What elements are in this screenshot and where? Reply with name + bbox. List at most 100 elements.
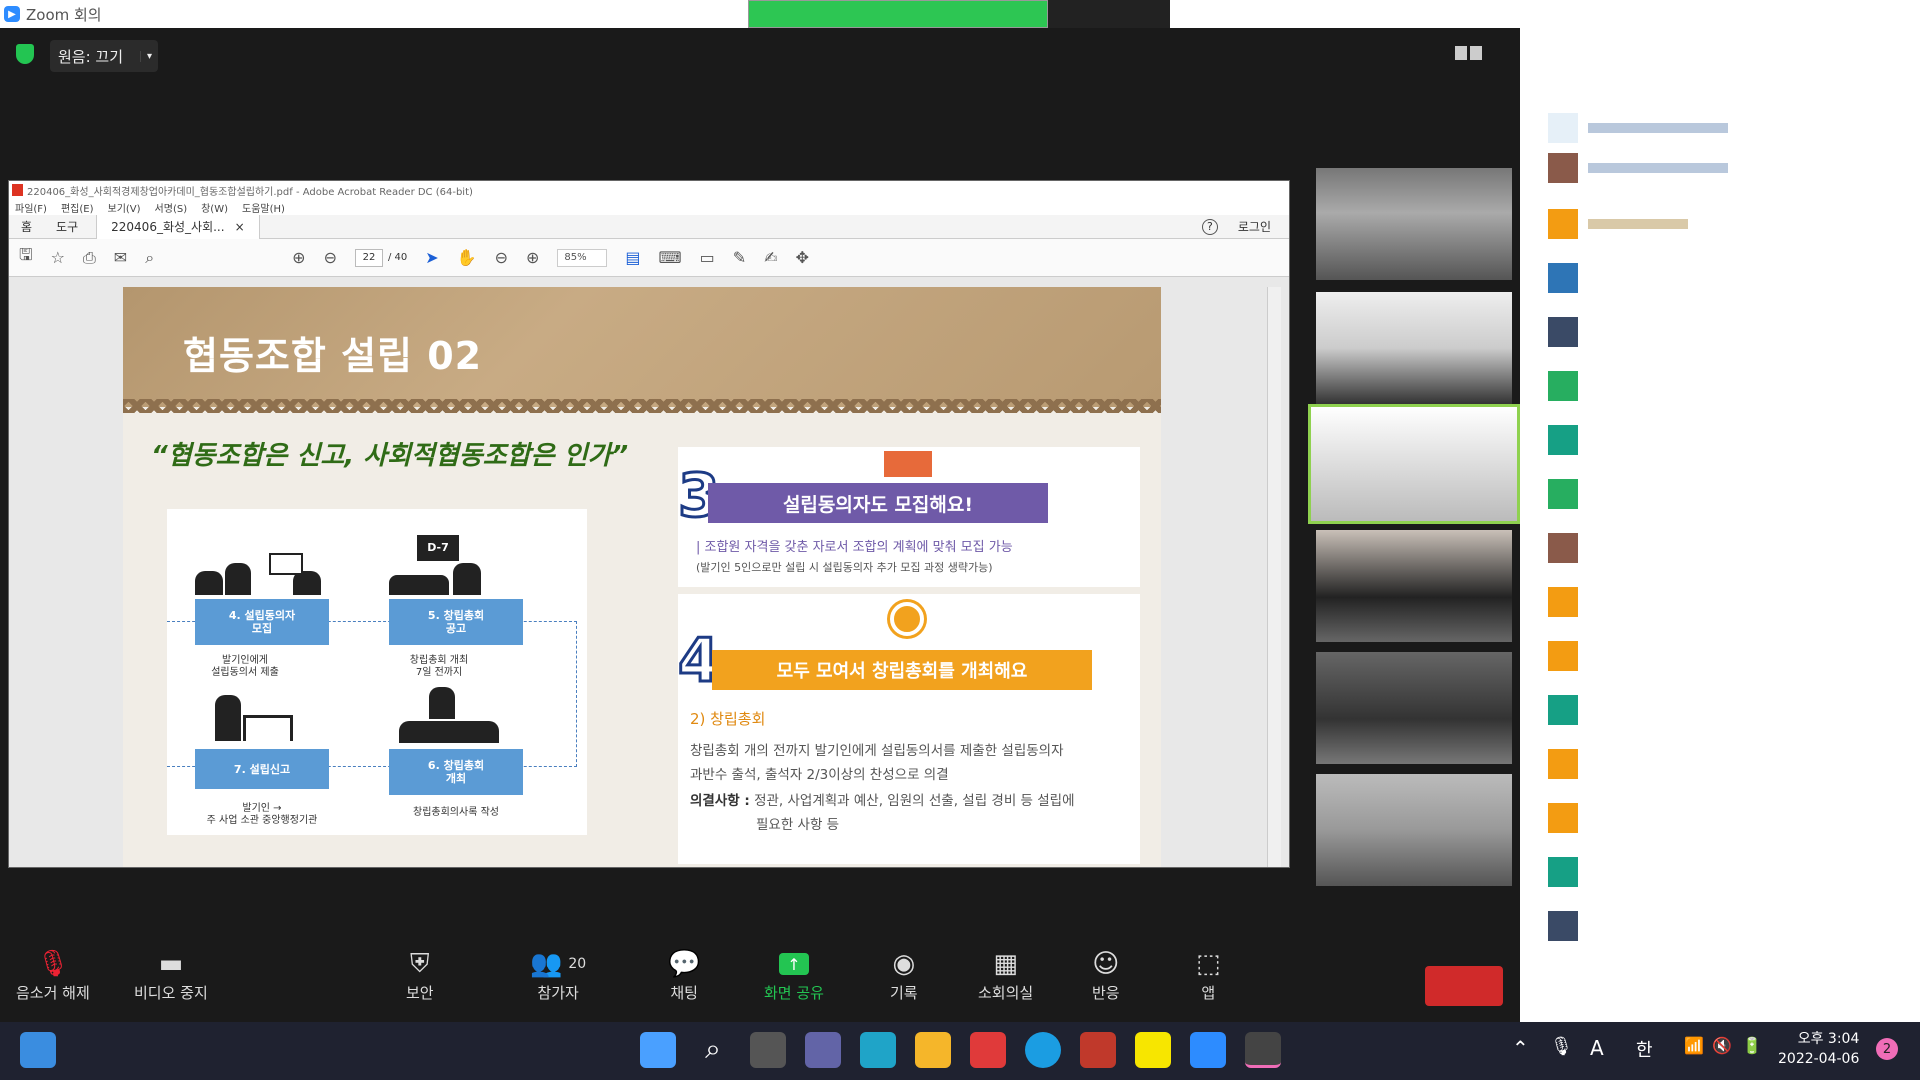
input-mode-indicator[interactable]: A xyxy=(1590,1036,1604,1060)
apps-button[interactable]: ⬚ 앱 xyxy=(1196,946,1221,1003)
share-screen-button[interactable]: ↑ 화면 공유 xyxy=(764,946,824,1003)
participant-row[interactable] xyxy=(1548,371,1578,401)
widgets-icon[interactable] xyxy=(20,1032,56,1068)
microphone-icon[interactable]: 🎙 xyxy=(1550,1036,1573,1057)
screen-share-indicator[interactable] xyxy=(748,0,1048,28)
step-3-line-1: | 조합원 자격을 갖춘 자로서 조합의 계획에 맞춰 모집 가능 xyxy=(696,540,1013,555)
menu-edit[interactable]: 편집(E) xyxy=(61,200,94,215)
participant-row[interactable] xyxy=(1548,803,1578,833)
record-button[interactable]: ◉ 기록 xyxy=(890,946,918,1003)
participant-row[interactable] xyxy=(1548,533,1578,563)
hand-tool-icon[interactable]: ✋ xyxy=(457,248,477,267)
participant-row[interactable] xyxy=(1548,317,1578,347)
participant-row[interactable] xyxy=(1548,911,1578,941)
pdf-scrollbar[interactable] xyxy=(1267,287,1281,867)
save-icon[interactable]: 🖫 xyxy=(19,244,33,271)
notification-badge[interactable]: 2 xyxy=(1876,1038,1898,1060)
stamp-icon[interactable]: ✥ xyxy=(796,248,809,267)
highlight-pen-icon[interactable]: ✎ xyxy=(733,248,746,267)
taskbar-clock[interactable]: 오후 3:04 2022-04-06 xyxy=(1778,1029,1859,1069)
participant-row[interactable] xyxy=(1548,153,1728,183)
tab-home[interactable]: 홈 xyxy=(9,218,44,235)
bookmark-star-icon[interactable]: ☆ xyxy=(51,248,65,267)
teams-chat-icon[interactable] xyxy=(805,1032,841,1068)
participants-button[interactable]: 👥 20 참가자 xyxy=(530,946,586,1003)
snipping-tool-icon[interactable] xyxy=(1245,1032,1281,1068)
battery-icon[interactable]: 🔋 xyxy=(1742,1036,1762,1055)
video-tile[interactable] xyxy=(1316,168,1512,280)
wifi-icon[interactable]: 📶 xyxy=(1684,1036,1704,1055)
process-flow-diagram: 4. 설립동의자 모집 발기인에게 설립동의서 제출 D-7 5. 창립총회 공… xyxy=(167,509,587,835)
unmute-button[interactable]: 🎙 음소거 해제 xyxy=(16,946,90,1003)
clock-time: 오후 3:04 xyxy=(1797,1031,1860,1047)
video-tile[interactable] xyxy=(1316,292,1512,404)
mail-icon[interactable]: ✉ xyxy=(114,248,127,267)
help-icon[interactable]: ? xyxy=(1201,218,1218,235)
zoom-in-icon[interactable]: ⊕ xyxy=(526,248,539,267)
keyboard-icon[interactable]: ⌨ xyxy=(659,248,682,267)
participant-row[interactable] xyxy=(1548,857,1578,887)
menu-help[interactable]: 도움말(H) xyxy=(242,200,285,215)
prev-page-icon[interactable]: ⊕ xyxy=(292,248,305,267)
menu-window[interactable]: 창(W) xyxy=(201,200,228,215)
menu-sign[interactable]: 서명(S) xyxy=(155,200,188,215)
video-tile[interactable] xyxy=(1316,774,1512,886)
ime-indicator[interactable]: 한 xyxy=(1636,1036,1653,1062)
start-menu-icon[interactable] xyxy=(640,1032,676,1068)
kakaotalk-icon[interactable] xyxy=(1135,1032,1171,1068)
view-layout-icon[interactable] xyxy=(1455,46,1485,60)
participant-row[interactable] xyxy=(1548,749,1578,779)
fit-page-icon[interactable]: ▤ xyxy=(625,248,640,267)
reactions-button[interactable]: ☺ 반응 xyxy=(1092,946,1120,1003)
tab-tools[interactable]: 도구 xyxy=(44,218,90,235)
app-icon[interactable] xyxy=(860,1032,896,1068)
menu-view[interactable]: 보기(V) xyxy=(108,200,141,215)
task-view-icon[interactable] xyxy=(750,1032,786,1068)
meeting-controls-bar: 🎙 음소거 해제 ▬ 비디오 중지 ⛨ 보안 👥 20 참가자 💬 채팅 ↑ 화면… xyxy=(0,946,1520,1022)
zoom-out-icon[interactable]: ⊖ xyxy=(495,248,508,267)
print-icon[interactable]: ⎙ xyxy=(83,248,96,268)
participant-row[interactable] xyxy=(1548,695,1578,725)
next-page-icon[interactable]: ⊖ xyxy=(324,248,337,267)
app-refresh-icon[interactable] xyxy=(970,1032,1006,1068)
end-meeting-button[interactable] xyxy=(1425,966,1503,1006)
chevron-up-icon[interactable]: ⌃ xyxy=(1512,1036,1529,1060)
close-tab-icon[interactable]: × xyxy=(235,220,245,234)
video-tile[interactable] xyxy=(1316,652,1512,764)
decision-items-label: 의결사항 : xyxy=(690,793,750,809)
flow-step-4: 4. 설립동의자 모집 xyxy=(195,599,329,645)
video-tile[interactable] xyxy=(1316,530,1512,642)
participant-row[interactable] xyxy=(1548,479,1578,509)
participant-row[interactable] xyxy=(1548,263,1578,293)
search-icon[interactable]: ⌕ xyxy=(145,248,154,268)
select-cursor-icon[interactable]: ➤ xyxy=(425,248,438,267)
stop-video-button[interactable]: ▬ 비디오 중지 xyxy=(134,946,208,1003)
comment-icon[interactable]: ▭ xyxy=(700,248,715,267)
zoom-level-select[interactable]: 85% xyxy=(557,248,608,267)
edge-browser-icon[interactable] xyxy=(1025,1032,1061,1068)
active-speaker-tile[interactable] xyxy=(1308,404,1520,524)
app-icon[interactable] xyxy=(1080,1032,1116,1068)
participant-row[interactable] xyxy=(1548,641,1578,671)
participant-row[interactable] xyxy=(1548,425,1578,455)
search-icon[interactable]: ⌕ xyxy=(695,1032,731,1068)
original-sound-toggle[interactable]: 원음: 끄기 ▾ xyxy=(50,40,158,72)
page-number-input[interactable]: 22 xyxy=(354,248,383,267)
chevron-down-icon[interactable]: ▾ xyxy=(140,50,158,62)
zoom-taskbar-icon[interactable] xyxy=(1190,1032,1226,1068)
chat-button[interactable]: 💬 채팅 xyxy=(668,946,700,1003)
sign-icon[interactable]: ✍ xyxy=(764,248,777,267)
menu-file[interactable]: 파일(F) xyxy=(15,200,47,215)
login-button[interactable]: 로그인 xyxy=(1238,218,1271,235)
encryption-shield-icon[interactable] xyxy=(16,44,34,64)
step-4-subheading: 2) 창립총회 xyxy=(690,710,766,728)
participant-row[interactable] xyxy=(1548,113,1728,143)
file-explorer-icon[interactable] xyxy=(915,1032,951,1068)
security-button[interactable]: ⛨ 보안 xyxy=(406,946,434,1003)
screen-share-controls[interactable] xyxy=(1048,0,1170,28)
breakout-rooms-button[interactable]: ▦ 소회의실 xyxy=(978,946,1033,1003)
tab-document[interactable]: 220406_화성_사회... × xyxy=(96,214,260,239)
speaker-muted-icon[interactable]: 🔇 xyxy=(1712,1036,1732,1055)
participant-row[interactable] xyxy=(1548,587,1578,617)
participant-row[interactable] xyxy=(1548,209,1688,239)
